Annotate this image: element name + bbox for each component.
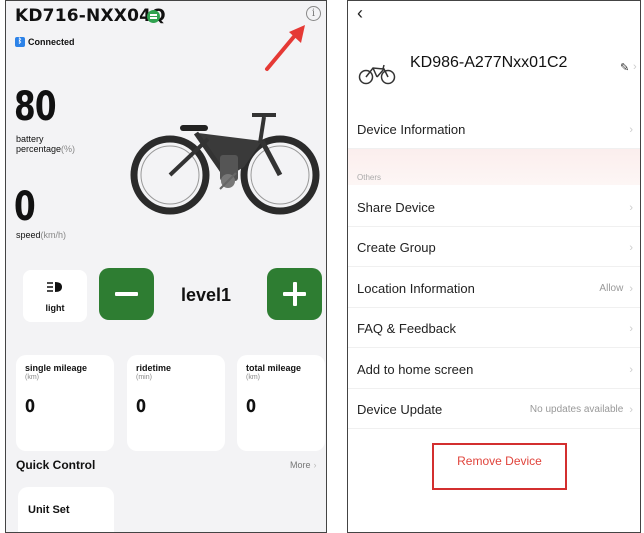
connection-status-label: Connected bbox=[28, 37, 75, 47]
light-toggle[interactable]: light bbox=[23, 270, 87, 322]
row-faq-feedback[interactable]: FAQ & Feedback › bbox=[348, 310, 640, 348]
chevron-right-icon: › bbox=[629, 201, 633, 214]
row-share-device[interactable]: Share Device › bbox=[348, 189, 640, 227]
remove-device-button[interactable]: Remove Device bbox=[432, 443, 567, 490]
level-increase-button[interactable] bbox=[267, 268, 322, 320]
edit-icon[interactable]: ✎ bbox=[620, 61, 629, 74]
chevron-right-icon: › bbox=[629, 123, 633, 136]
row-device-information[interactable]: Device Information › bbox=[348, 111, 640, 149]
bike-thumbnail-icon bbox=[358, 64, 396, 85]
row-location-information[interactable]: Location Information Allow › bbox=[348, 270, 640, 308]
light-label: light bbox=[45, 303, 65, 313]
device-name: KD986-A277Nxx01C2 bbox=[410, 54, 568, 71]
device-panel-screen: KD716-NXX04Q i ᛒ Connected 80 battery pe… bbox=[5, 0, 327, 533]
connection-status: ᛒ Connected bbox=[15, 37, 75, 47]
row-add-to-home-screen[interactable]: Add to home screen › bbox=[348, 351, 640, 389]
battery-value: 80 bbox=[14, 84, 57, 130]
section-label-others: Others bbox=[357, 173, 382, 182]
chevron-right-icon: › bbox=[629, 322, 633, 335]
back-chevron-icon[interactable]: ‹ bbox=[357, 3, 363, 24]
quick-control-more-link[interactable]: More › bbox=[290, 460, 317, 470]
headlight-icon bbox=[47, 282, 62, 292]
chevron-right-icon: › bbox=[633, 61, 637, 73]
level-decrease-button[interactable] bbox=[99, 268, 154, 320]
chevron-right-icon: › bbox=[313, 460, 317, 470]
stat-card-single-mileage: single mileage (km) 0 bbox=[16, 355, 114, 451]
assist-level-label: level1 bbox=[181, 285, 232, 305]
remove-device-label: Remove Device bbox=[457, 454, 542, 468]
unit-set-card[interactable]: Unit Set bbox=[18, 487, 114, 532]
quick-control-title: Quick Control bbox=[16, 458, 96, 472]
row-create-group[interactable]: Create Group › bbox=[348, 229, 640, 267]
device-status-icon bbox=[147, 10, 160, 23]
unit-set-label: Unit Set bbox=[28, 504, 70, 516]
battery-label: battery percentage(%) bbox=[16, 134, 76, 154]
info-icon[interactable]: i bbox=[306, 6, 321, 21]
speed-value: 0 bbox=[14, 184, 36, 230]
device-title: KD716-NXX04Q bbox=[15, 6, 166, 26]
chevron-right-icon: › bbox=[629, 403, 633, 416]
chevron-right-icon: › bbox=[629, 363, 633, 376]
annotation-arrow-icon bbox=[265, 25, 305, 71]
speed-label: speed(km/h) bbox=[16, 230, 67, 240]
device-settings-screen: ‹ KD986-A277Nxx01C2 ✎ › Device Informati… bbox=[347, 0, 641, 533]
bluetooth-icon: ᛒ bbox=[15, 37, 25, 47]
stat-card-total-mileage: total mileage (km) 0 bbox=[237, 355, 325, 451]
minus-icon bbox=[115, 292, 138, 296]
row-device-update[interactable]: Device Update No updates available › bbox=[348, 391, 640, 429]
chevron-right-icon: › bbox=[629, 282, 633, 295]
chevron-right-icon: › bbox=[629, 241, 633, 254]
section-divider bbox=[348, 149, 640, 185]
stat-card-ridetime: ridetime (min) 0 bbox=[127, 355, 225, 451]
ebike-image bbox=[130, 113, 320, 215]
